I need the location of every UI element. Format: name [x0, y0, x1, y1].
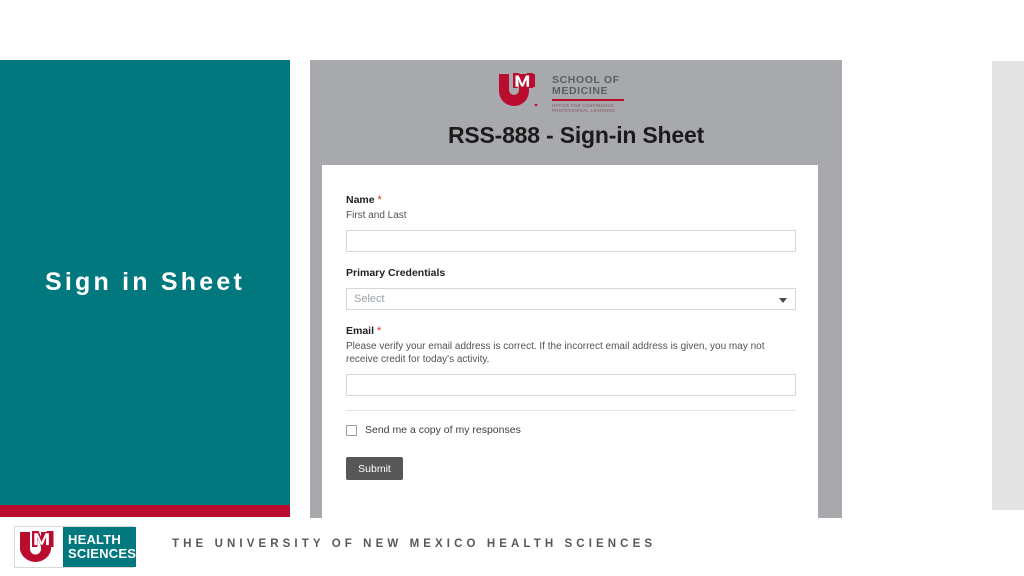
chevron-down-icon: [779, 298, 787, 303]
som-logo-subline2: PROFESSIONAL LEARNING: [552, 107, 616, 113]
footer-logo-words: HEALTH SCIENCES: [63, 527, 137, 567]
form-card: Name * First and Last Primary Credential…: [322, 165, 818, 518]
field-name-help: First and Last: [346, 210, 407, 221]
left-title-panel: Sign in Sheet: [0, 60, 290, 505]
unm-lobo-icon: [15, 527, 63, 567]
field-name: Name * First and Last: [346, 193, 796, 252]
unm-health-sciences-logo: HEALTH SCIENCES: [14, 526, 137, 568]
field-credentials-label-text: Primary Credentials: [346, 267, 446, 279]
field-email-label-text: Email: [346, 325, 375, 337]
name-input[interactable]: [346, 230, 796, 252]
send-copy-checkbox[interactable]: [346, 424, 357, 436]
field-primary-credentials: Primary Credentials Select: [346, 266, 796, 310]
som-logo-text: SCHOOL OF MEDICINE OFFICE FOR CONTINUOUS…: [552, 72, 630, 113]
crimson-accent-bar: [0, 505, 290, 517]
som-logo-rule: [552, 99, 624, 101]
som-logo-line2: MEDICINE: [552, 85, 609, 97]
field-name-label-text: Name: [346, 194, 375, 206]
footer-logo-line1: HEALTH: [68, 531, 121, 547]
form-divider: [346, 410, 796, 411]
right-edge-strip: [992, 61, 1024, 510]
field-email-label: Email *: [346, 324, 794, 338]
footer-logo-line2: SCIENCES: [68, 546, 137, 561]
submit-button[interactable]: Submit: [346, 457, 403, 480]
form-title: RSS-888 - Sign-in Sheet: [447, 122, 705, 148]
field-name-label: Name *: [346, 193, 794, 207]
unm-lobo-icon: [496, 72, 544, 110]
field-email-help: Please verify your email address is corr…: [346, 341, 765, 365]
send-copy-row[interactable]: Send me a copy of my responses: [346, 424, 794, 436]
field-credentials-label: Primary Credentials: [346, 266, 794, 280]
email-input[interactable]: [346, 374, 796, 396]
slide-footer: HEALTH SCIENCES THE UNIVERSITY OF NEW ME…: [0, 519, 1024, 576]
slide-title: Sign in Sheet: [45, 268, 245, 296]
credentials-select[interactable]: Select: [346, 288, 796, 310]
field-email: Email * Please verify your email address…: [346, 324, 796, 396]
form-screenshot-panel: SCHOOL OF MEDICINE OFFICE FOR CONTINUOUS…: [310, 60, 842, 518]
footer-university-text: THE UNIVERSITY OF NEW MEXICO HEALTH SCIE…: [172, 538, 657, 550]
credentials-select-value: Select: [354, 293, 385, 305]
required-marker: *: [377, 194, 382, 206]
send-copy-label: Send me a copy of my responses: [365, 424, 521, 436]
som-brand-logo: SCHOOL OF MEDICINE OFFICE FOR CONTINUOUS…: [496, 72, 646, 114]
required-marker: *: [376, 325, 382, 337]
